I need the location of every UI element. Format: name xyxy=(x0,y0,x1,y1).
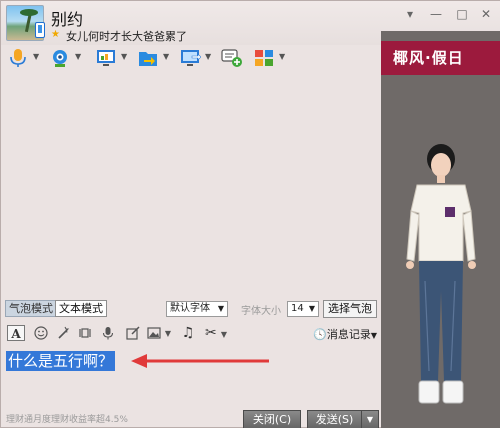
annotation-arrow-icon xyxy=(131,354,269,368)
chevron-down-icon: ▼ xyxy=(217,304,224,313)
video-camera-icon xyxy=(53,50,67,67)
remote-desktop-button[interactable]: ▼ xyxy=(179,47,215,69)
smiley-icon xyxy=(34,326,48,340)
clock-icon: 🕓 xyxy=(313,328,327,341)
selected-input-text[interactable]: 什么是五行啊？ xyxy=(6,351,116,371)
contact-name[interactable]: 别约 xyxy=(51,6,83,30)
microphone-icon xyxy=(10,49,26,67)
send-button[interactable]: 发送(S) xyxy=(307,410,361,428)
create-group-chat-button[interactable] xyxy=(221,47,245,69)
voice-call-button[interactable]: ▼ xyxy=(7,47,43,69)
font-size-label: 字体大小 xyxy=(241,306,281,317)
chevron-down-icon[interactable]: ▼ xyxy=(121,52,127,61)
star-icon: ★ xyxy=(51,29,60,40)
shake-window-button[interactable] xyxy=(55,325,71,341)
close-button[interactable]: 关闭(C) xyxy=(243,410,301,428)
font-size-select[interactable]: 14 ▼ xyxy=(287,301,319,317)
screen-share-button[interactable]: ▼ xyxy=(95,47,131,69)
image-icon xyxy=(147,327,161,339)
avatar-leaf xyxy=(20,9,38,16)
magic-wand-icon xyxy=(58,326,70,339)
avatar-figure-illustration xyxy=(406,144,476,404)
edit-icon xyxy=(126,326,140,340)
select-bubble-button[interactable]: 选择气泡 xyxy=(323,300,377,318)
chat-footer: 理财通月度理财收益率超4.5% 关闭(C) 发送(S) ▼ xyxy=(1,409,381,428)
microphone-icon xyxy=(102,327,114,340)
footer-ad-link[interactable]: 理财通月度理财收益率超4.5% xyxy=(6,412,128,425)
chevron-down-icon: ▼ xyxy=(370,331,377,340)
chevron-down-icon: ▼ xyxy=(308,304,315,313)
font-family-select[interactable]: 默认字体 ▼ xyxy=(166,301,228,317)
file-transfer-icon xyxy=(139,52,157,66)
message-history-button[interactable]: 🕓消息记录▼ xyxy=(313,326,377,342)
bubble-mode-tab[interactable]: 气泡模式 xyxy=(5,300,57,317)
chevron-down-icon[interactable]: ▼ xyxy=(205,52,211,61)
chat-window: 别约 ★ 女儿何时才长大爸爸累了 ▾ — □ ✕ ▼ ▼ ▼ ▼ ▼ ▼ 椰风·… xyxy=(0,0,500,428)
ad-banner-text: 椰风·假日 xyxy=(393,49,464,67)
voice-message-button[interactable] xyxy=(101,325,115,341)
apps-button[interactable]: ▼ xyxy=(253,47,289,69)
scissors-icon: ✂ xyxy=(204,325,217,341)
group-chat-add-icon xyxy=(221,49,242,67)
screenshot-scissors-button[interactable]: ✂ ▼ xyxy=(201,325,231,341)
emoji-button[interactable] xyxy=(33,325,49,341)
message-history-label: 消息记录 xyxy=(326,328,371,341)
ad-banner[interactable]: 椰风·假日 xyxy=(381,41,500,75)
music-button[interactable]: ♫ xyxy=(181,325,195,341)
video-call-button[interactable]: ▼ xyxy=(49,47,85,69)
format-toolbar: A ▼ ♫ ✂ ▼ 🕓消息记录▼ xyxy=(1,323,381,345)
menu-dropdown-button[interactable]: ▾ xyxy=(403,7,417,21)
edit-button[interactable] xyxy=(125,325,141,341)
file-transfer-button[interactable]: ▼ xyxy=(137,47,173,69)
maximize-button[interactable]: □ xyxy=(455,7,469,21)
chat-history-area[interactable] xyxy=(1,73,381,297)
chevron-down-icon[interactable]: ▼ xyxy=(279,52,285,61)
chevron-down-icon[interactable]: ▼ xyxy=(33,52,39,61)
minimize-button[interactable]: — xyxy=(429,7,443,21)
chevron-down-icon[interactable]: ▼ xyxy=(163,52,169,61)
status-message: 女儿何时才长大爸爸累了 xyxy=(66,30,187,43)
input-mode-bar: 气泡模式 文本模式 默认字体 ▼ 字体大小 14 ▼ 选择气泡 xyxy=(1,297,381,323)
close-window-button[interactable]: ✕ xyxy=(479,7,493,21)
font-family-value: 默认字体 xyxy=(170,303,210,314)
side-ad-panel[interactable]: 椰风·假日 xyxy=(381,31,500,428)
chat-toolbar: ▼ ▼ ▼ ▼ ▼ ▼ xyxy=(1,45,381,73)
send-options-dropdown[interactable]: ▼ xyxy=(361,410,379,428)
chevron-down-icon[interactable]: ▼ xyxy=(165,329,171,338)
screen-share-icon xyxy=(97,50,115,66)
music-note-icon: ♫ xyxy=(181,325,195,341)
scissors-frame-icon xyxy=(79,328,91,338)
screenshot-button[interactable] xyxy=(77,325,93,341)
chevron-down-icon[interactable]: ▼ xyxy=(75,52,81,61)
font-size-value: 14 xyxy=(291,303,304,314)
font-settings-button[interactable]: A xyxy=(7,325,25,341)
remote-desktop-icon xyxy=(181,50,201,66)
send-image-button[interactable]: ▼ xyxy=(147,325,175,341)
apps-grid-icon xyxy=(255,50,273,66)
mobile-online-icon xyxy=(35,22,45,38)
text-mode-tab[interactable]: 文本模式 xyxy=(55,300,107,317)
chevron-down-icon[interactable]: ▼ xyxy=(221,330,227,339)
